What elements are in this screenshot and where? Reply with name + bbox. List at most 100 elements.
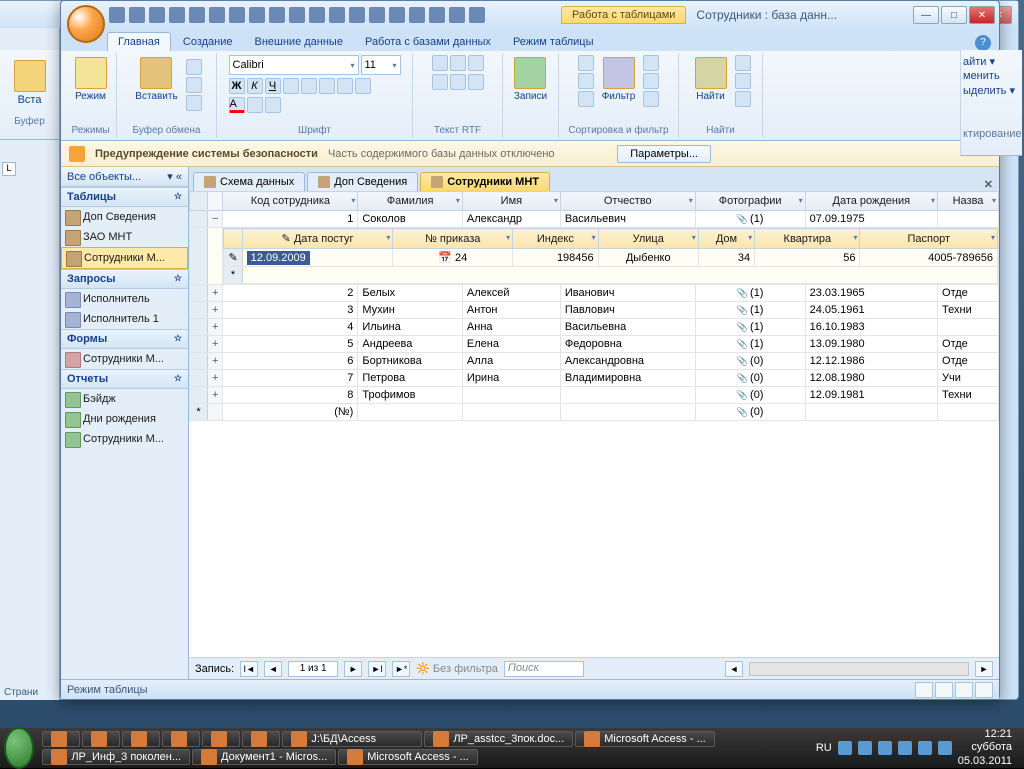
rtf-icon[interactable] <box>468 74 484 90</box>
toggle-filter-icon[interactable] <box>643 55 659 71</box>
qat-icon[interactable] <box>409 7 425 23</box>
paste-button[interactable]: Вставить <box>131 55 181 111</box>
qat-icon[interactable] <box>329 7 345 23</box>
expand-button[interactable]: + <box>208 353 223 370</box>
column-header[interactable]: Фамилия▾ <box>358 192 463 211</box>
column-header[interactable]: Код сотрудника▾ <box>223 192 358 211</box>
sort-asc-icon[interactable] <box>578 55 594 71</box>
sub-column-header[interactable]: Квартира▾ <box>755 229 860 249</box>
taskbar-item[interactable]: J:\БД\Access <box>282 731 422 747</box>
rtf-icon[interactable] <box>432 74 448 90</box>
security-options-button[interactable]: Параметры... <box>617 145 711 163</box>
taskbar-item[interactable]: ЛР_Инф_3 поколен... <box>42 749 190 765</box>
taskbar-item[interactable]: Microsoft Access - ... <box>575 731 715 747</box>
row-selector[interactable] <box>190 211 208 228</box>
tab-close-button[interactable]: ✕ <box>978 178 999 191</box>
rtf-icon[interactable] <box>450 74 466 90</box>
expand-button[interactable]: + <box>208 387 223 404</box>
nav-group-header[interactable]: Таблицы☆ <box>61 187 188 207</box>
filter-icon[interactable] <box>643 91 659 107</box>
align-right-icon[interactable] <box>319 78 335 94</box>
qat-icon[interactable] <box>169 7 185 23</box>
nav-item[interactable]: Бэйдж <box>61 389 188 409</box>
bg-paste-button[interactable]: Вста <box>2 54 57 112</box>
clear-sort-icon[interactable] <box>578 91 594 107</box>
ribbon-tab-create[interactable]: Создание <box>173 33 243 51</box>
nav-group-header[interactable]: Запросы☆ <box>61 269 188 289</box>
qat-icon[interactable] <box>229 7 245 23</box>
expand-button[interactable]: + <box>208 302 223 319</box>
font-size-combo[interactable]: 11 <box>361 55 401 75</box>
nav-header[interactable]: Все объекты...▾ « <box>61 167 188 187</box>
nav-item[interactable]: Исполнитель <box>61 289 188 309</box>
qat-icon[interactable] <box>429 7 445 23</box>
view-button[interactable]: Режим <box>71 55 111 104</box>
sub-column-header[interactable]: ✎ Дата постуг▾ <box>242 229 393 249</box>
taskbar-item[interactable] <box>42 731 80 747</box>
tab-schema[interactable]: Схема данных <box>193 172 305 191</box>
qat-icon[interactable] <box>449 7 465 23</box>
taskbar-item[interactable]: Microsoft Access - ... <box>338 749 478 765</box>
taskbar-item[interactable]: Документ1 - Micros... <box>192 749 336 765</box>
bold-icon[interactable]: Ж <box>229 78 245 94</box>
ribbon-tab-home[interactable]: Главная <box>107 32 171 51</box>
search-input[interactable]: Поиск <box>504 661 584 677</box>
record-position-input[interactable] <box>288 661 338 677</box>
column-header[interactable]: Назва▾ <box>938 192 999 211</box>
replace-icon[interactable] <box>735 55 751 71</box>
column-header[interactable]: Фотографии▾ <box>695 192 805 211</box>
nav-last-button[interactable]: ►I <box>368 661 386 677</box>
rtf-icon[interactable] <box>468 55 484 71</box>
taskbar-item[interactable] <box>82 731 120 747</box>
view-chart-icon[interactable] <box>955 682 973 698</box>
new-row-selector[interactable]: * <box>190 404 208 421</box>
taskbar-item[interactable] <box>242 731 280 747</box>
underline-icon[interactable]: Ч <box>265 78 281 94</box>
adv-filter-icon[interactable] <box>643 73 659 89</box>
qat-icon[interactable] <box>209 7 225 23</box>
copy-icon[interactable] <box>186 77 202 93</box>
qat-icon[interactable] <box>249 7 265 23</box>
tray-icon[interactable] <box>898 741 912 755</box>
taskbar-item[interactable] <box>202 731 240 747</box>
qat-save-icon[interactable] <box>109 7 125 23</box>
sub-column-header[interactable]: Улица▾ <box>598 229 698 249</box>
sub-column-header[interactable]: № приказа▾ <box>393 229 513 249</box>
expand-button[interactable]: + <box>208 370 223 387</box>
row-selector[interactable] <box>190 336 208 353</box>
expand-button[interactable]: + <box>208 336 223 353</box>
align-center-icon[interactable] <box>301 78 317 94</box>
tray-icon[interactable] <box>858 741 872 755</box>
cut-icon[interactable] <box>186 59 202 75</box>
qat-icon[interactable] <box>289 7 305 23</box>
taskbar-item[interactable] <box>122 731 160 747</box>
column-header[interactable]: Имя▾ <box>462 192 560 211</box>
grid-icon[interactable] <box>265 97 281 113</box>
column-header[interactable]: Отчество▾ <box>560 192 695 211</box>
records-button[interactable]: Записи <box>510 55 551 104</box>
view-datasheet-icon[interactable] <box>915 682 933 698</box>
tray-icon[interactable] <box>878 741 892 755</box>
format-painter-icon[interactable] <box>186 95 202 111</box>
italic-icon[interactable]: К <box>247 78 263 94</box>
qat-icon[interactable] <box>389 7 405 23</box>
taskbar-item[interactable] <box>162 731 200 747</box>
nav-item[interactable]: Сотрудники М... <box>61 349 188 369</box>
goto-icon[interactable] <box>735 73 751 89</box>
nav-item[interactable]: ЗАО МНТ <box>61 227 188 247</box>
gridlines-icon[interactable] <box>337 78 353 94</box>
expand-button[interactable]: − <box>208 211 223 228</box>
font-color-icon[interactable]: A <box>229 97 245 113</box>
row-selector[interactable] <box>190 285 208 302</box>
datasheet[interactable]: Код сотрудника▾Фамилия▾Имя▾Отчество▾Фото… <box>189 191 999 657</box>
clock[interactable]: 12:21 суббота 05.03.2011 <box>958 728 1012 768</box>
nav-group-header[interactable]: Формы☆ <box>61 329 188 349</box>
tray-icon[interactable] <box>918 741 932 755</box>
row-selector[interactable] <box>190 302 208 319</box>
sub-column-header[interactable]: Дом▾ <box>698 229 754 249</box>
tab-sotrudniki[interactable]: Сотрудники МНТ <box>420 172 550 191</box>
view-pivot-icon[interactable] <box>935 682 953 698</box>
qat-icon[interactable] <box>369 7 385 23</box>
nav-item[interactable]: Исполнитель 1 <box>61 309 188 329</box>
align-left-icon[interactable] <box>283 78 299 94</box>
